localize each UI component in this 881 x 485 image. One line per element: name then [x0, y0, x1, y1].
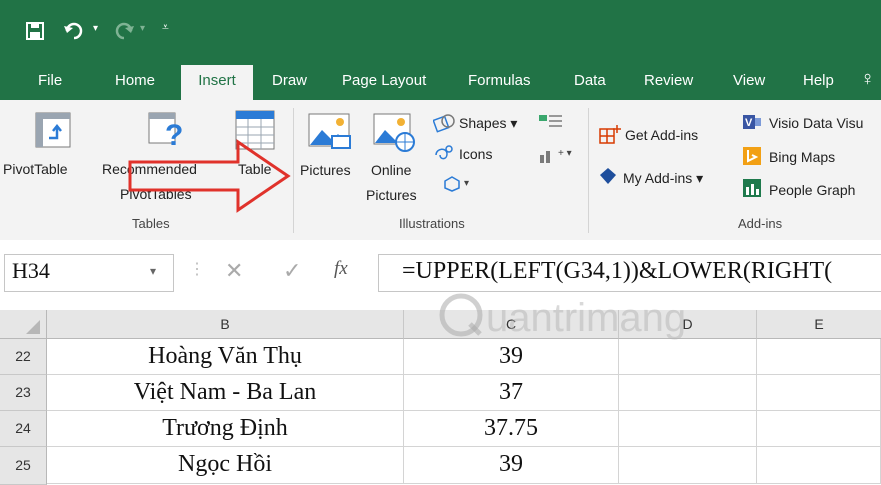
cell-d22[interactable] [619, 339, 757, 375]
customize-icon[interactable]: ⩡ [162, 20, 169, 35]
cell-d24[interactable] [619, 411, 757, 447]
online-pictures-icon[interactable] [373, 110, 417, 154]
redo-dropdown-icon: ▾ [140, 23, 146, 34]
row-header-22[interactable]: 22 [0, 339, 47, 375]
tables-group-label: Tables [132, 216, 170, 231]
cell-e23[interactable] [757, 375, 881, 411]
tab-insert[interactable]: Insert [181, 65, 253, 100]
pivottable-icon[interactable] [35, 112, 71, 148]
pictures-icon[interactable] [308, 110, 352, 154]
title-bar: ▾ ▾ ⩡ [0, 0, 881, 62]
select-all-corner[interactable] [0, 310, 47, 339]
formula-text: =UPPER(LEFT(G34,1))&LOWER(RIGHT( [402, 258, 833, 284]
bing-icon[interactable] [742, 146, 762, 166]
pivottable-button[interactable]: PivotTable [3, 161, 68, 177]
tab-home[interactable]: Home [115, 62, 155, 100]
tab-page-layout[interactable]: Page Layout [342, 62, 426, 100]
shapes-button[interactable]: Shapes ▾ [459, 115, 517, 132]
cell-b24[interactable]: Trương Định [47, 411, 404, 447]
get-addins-icon[interactable] [599, 124, 621, 146]
smartart-icon[interactable] [538, 112, 564, 132]
more-dots-icon: ⋮ [189, 261, 205, 278]
undo-dropdown-icon[interactable]: ▾ [93, 23, 98, 34]
cell-e24[interactable] [757, 411, 881, 447]
tab-formulas[interactable]: Formulas [468, 62, 531, 100]
tab-data[interactable]: Data [574, 62, 606, 100]
cell-e25[interactable] [757, 447, 881, 484]
screenshot-dropdown-icon[interactable]: + ▾ [558, 148, 572, 159]
tab-file[interactable]: File [38, 62, 62, 100]
tab-review[interactable]: Review [644, 62, 693, 100]
save-icon[interactable] [26, 22, 44, 40]
redo-icon[interactable] [112, 22, 134, 40]
icons-icon[interactable] [433, 143, 455, 165]
addins-group-label: Add-ins [738, 216, 783, 231]
annotation-arrow [128, 139, 291, 213]
get-addins-button[interactable]: Get Add-ins [625, 127, 698, 143]
online-pictures-label-2[interactable]: Pictures [366, 187, 417, 203]
3d-models-dropdown-icon[interactable]: ▾ [464, 178, 469, 189]
row-header-25[interactable]: 25 [0, 447, 47, 485]
tab-draw[interactable]: Draw [272, 62, 307, 100]
people-graph-button[interactable]: People Graph [769, 182, 855, 198]
cell-b25[interactable]: Ngọc Hồi [47, 447, 404, 484]
tab-help[interactable]: Help [803, 62, 834, 100]
illustrations-group-label: Illustrations [399, 216, 465, 231]
3d-models-icon[interactable] [444, 176, 460, 192]
cell-e22[interactable] [757, 339, 881, 375]
online-pictures-label-1[interactable]: Online [371, 162, 411, 178]
people-graph-icon[interactable] [742, 178, 762, 198]
watermark-logo-icon [439, 293, 483, 337]
bing-maps-button[interactable]: Bing Maps [769, 149, 835, 165]
cell-b23[interactable]: Việt Nam - Ba Lan [47, 375, 404, 411]
name-box-dropdown-icon[interactable]: ▾ [150, 264, 156, 278]
row-header-23[interactable]: 23 [0, 375, 47, 411]
tab-view[interactable]: View [733, 62, 765, 100]
visio-icon[interactable]: V [742, 113, 762, 131]
icons-button[interactable]: Icons [459, 146, 492, 162]
cell-d25[interactable] [619, 447, 757, 484]
my-addins-button[interactable]: My Add-ins ▾ [623, 170, 703, 187]
undo-icon[interactable] [64, 22, 86, 40]
cell-b22[interactable]: Hoàng Văn Thụ [47, 339, 404, 375]
my-addins-icon[interactable] [598, 166, 618, 186]
row-header-24[interactable]: 24 [0, 411, 47, 447]
lightbulb-icon[interactable]: ♀ [860, 68, 875, 91]
cell-c24[interactable]: 37.75 [404, 411, 619, 447]
cell-c25[interactable]: 39 [404, 447, 619, 484]
watermark-text: uantrimang [486, 296, 687, 340]
cancel-icon[interactable]: ✕ [225, 258, 243, 284]
cell-d23[interactable] [619, 375, 757, 411]
svg-text:V: V [745, 117, 753, 129]
column-header-b[interactable]: B [47, 310, 404, 339]
column-header-e[interactable]: E [757, 310, 881, 339]
visio-data-visualizer-button[interactable]: Visio Data Visu [769, 115, 863, 131]
group-separator [588, 108, 589, 233]
enter-check-icon[interactable]: ✓ [283, 258, 301, 284]
cell-c23[interactable]: 37 [404, 375, 619, 411]
insert-function-icon[interactable]: fx [334, 258, 348, 280]
pictures-button[interactable]: Pictures [300, 162, 351, 178]
name-box-value: H34 [12, 258, 50, 283]
cell-c22[interactable]: 39 [404, 339, 619, 375]
shapes-icon[interactable] [433, 112, 455, 134]
